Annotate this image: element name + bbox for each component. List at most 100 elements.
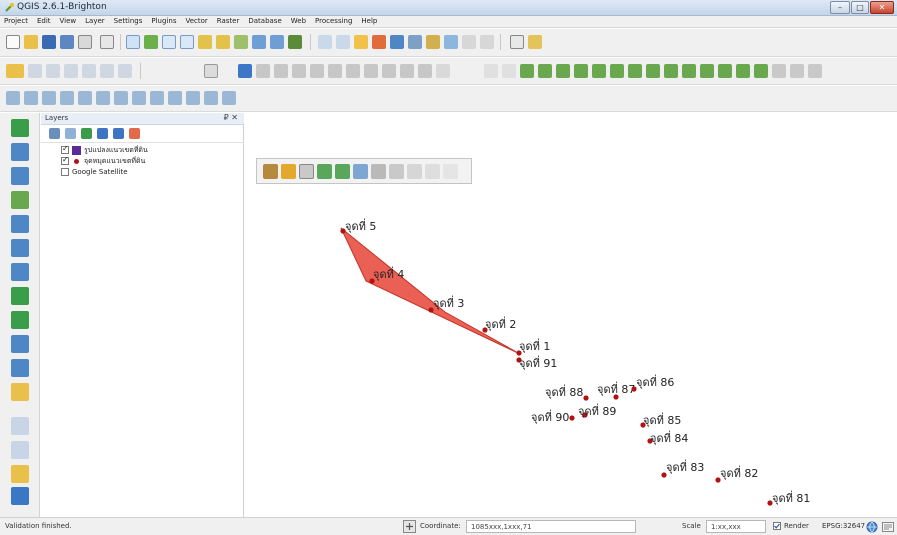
change-label-icon[interactable]: [328, 64, 342, 78]
menu-processing[interactable]: Processing: [311, 16, 357, 27]
coordinate-toggle-icon[interactable]: [403, 520, 416, 533]
layer-item-polygon[interactable]: รูปแปลงแนวเขตที่ดิน: [61, 144, 148, 155]
menu-view[interactable]: View: [56, 16, 82, 27]
measure-icon[interactable]: [426, 35, 440, 49]
close-button[interactable]: ✕: [870, 1, 894, 14]
add-virtual-icon[interactable]: [11, 441, 29, 459]
pan-map-icon[interactable]: [126, 35, 140, 49]
scale-field[interactable]: 1:xx,xxx: [706, 520, 766, 533]
add-oracle-icon[interactable]: [11, 239, 29, 257]
new-gpx-layer-icon[interactable]: [736, 64, 750, 78]
select-by-expression-icon[interactable]: [372, 35, 386, 49]
centroid-icon[interactable]: [204, 91, 218, 105]
save-as-icon[interactable]: [60, 35, 74, 49]
zoom-out-icon[interactable]: [180, 35, 194, 49]
toggle-editing-icon[interactable]: [28, 64, 42, 78]
add-postgis-layer-icon[interactable]: [556, 64, 570, 78]
manage-visibility-icon[interactable]: [97, 128, 108, 139]
new-shapefile-icon[interactable]: [700, 64, 714, 78]
merge-icon[interactable]: [132, 91, 146, 105]
composer-manager-icon[interactable]: [100, 35, 114, 49]
new-spatialite-layer-icon[interactable]: [11, 383, 29, 401]
zoom-to-selection-icon[interactable]: [216, 35, 230, 49]
label-style-icon[interactable]: [400, 64, 414, 78]
zoom-to-layer-icon[interactable]: [234, 35, 248, 49]
render-checkbox[interactable]: [773, 522, 781, 530]
add-spatialite-layer-icon[interactable]: [574, 64, 588, 78]
menu-vector[interactable]: Vector: [181, 16, 212, 27]
split-icon[interactable]: [150, 91, 164, 105]
menu-edit[interactable]: Edit: [33, 16, 56, 27]
survey-point-marker[interactable]: [583, 395, 589, 401]
add-arcgis-layer-icon[interactable]: [808, 64, 822, 78]
add-wcs-layer-icon[interactable]: [646, 64, 660, 78]
clip-icon[interactable]: [96, 91, 110, 105]
map-tips-icon[interactable]: [444, 35, 458, 49]
new-print-composer-icon[interactable]: [78, 35, 92, 49]
open-project-icon[interactable]: [24, 35, 38, 49]
union-icon[interactable]: [60, 91, 74, 105]
expand-all-icon[interactable]: [49, 128, 60, 139]
messages-icon[interactable]: [882, 521, 894, 533]
add-spatialite-icon[interactable]: [11, 191, 29, 209]
crs-label[interactable]: EPSG:32647: [822, 522, 865, 530]
layer-visibility-checkbox[interactable]: [61, 168, 69, 176]
add-feature-icon[interactable]: [64, 64, 78, 78]
zoom-last-icon[interactable]: [252, 35, 266, 49]
add-postgis-icon[interactable]: [11, 167, 29, 185]
add-wcs-icon[interactable]: [11, 287, 29, 305]
add-geonode-icon[interactable]: [11, 465, 29, 483]
add-wms-icon[interactable]: [11, 263, 29, 281]
minimize-button[interactable]: –: [830, 1, 850, 14]
add-raster-icon[interactable]: [11, 143, 29, 161]
new-spatialite-icon[interactable]: [718, 64, 732, 78]
deselect-icon[interactable]: [354, 35, 368, 49]
layers-panel-controls[interactable]: ₽ ✕: [224, 113, 238, 122]
menu-database[interactable]: Database: [244, 16, 286, 27]
maximize-button[interactable]: □: [851, 1, 869, 14]
new-temp-layer-icon[interactable]: [754, 64, 768, 78]
add-geonode-layer-icon[interactable]: [790, 64, 804, 78]
densify-icon[interactable]: [186, 91, 200, 105]
add-vector-icon[interactable]: [11, 119, 29, 137]
layer-item-google-satellite[interactable]: Google Satellite: [61, 167, 128, 177]
menu-settings[interactable]: Settings: [110, 16, 148, 27]
zoom-in-icon[interactable]: [162, 35, 176, 49]
menu-plugins[interactable]: Plugins: [147, 16, 181, 27]
new-shapefile-layer-icon[interactable]: [11, 359, 29, 377]
add-wfs-layer-icon[interactable]: [664, 64, 678, 78]
node-tool-icon[interactable]: [100, 64, 114, 78]
capture-line-icon[interactable]: [502, 64, 516, 78]
pan-to-selection-icon[interactable]: [144, 35, 158, 49]
current-edits-icon[interactable]: [6, 64, 24, 78]
convex-hull-icon[interactable]: [6, 91, 20, 105]
crs-globe-icon[interactable]: [866, 521, 878, 533]
move-feature-icon[interactable]: [82, 64, 96, 78]
add-mssql-layer-icon[interactable]: [592, 64, 606, 78]
coordinate-field[interactable]: 1085xxx,1xxx,71: [466, 520, 636, 533]
remove-layer-icon[interactable]: [129, 128, 140, 139]
add-delimited-icon[interactable]: [11, 335, 29, 353]
menu-web[interactable]: Web: [287, 16, 311, 27]
highlight-pinned-icon[interactable]: [274, 64, 288, 78]
add-wms-layer-icon[interactable]: [628, 64, 642, 78]
add-oracle-layer-icon[interactable]: [610, 64, 624, 78]
label-placement-icon[interactable]: [418, 64, 432, 78]
capture-point-icon[interactable]: [484, 64, 498, 78]
collapse-all-icon[interactable]: [65, 128, 76, 139]
parcel-polygon[interactable]: [340, 227, 521, 355]
text-annotation-icon[interactable]: [510, 35, 524, 49]
label-buffer-icon[interactable]: [436, 64, 450, 78]
pin-labels-icon[interactable]: [256, 64, 270, 78]
refresh-icon[interactable]: [288, 35, 302, 49]
menu-raster[interactable]: Raster: [213, 16, 245, 27]
move-label-icon[interactable]: [292, 64, 306, 78]
layer-item-points[interactable]: จุดหมุดแนวเขตที่ดิน: [61, 155, 145, 166]
add-raster-layer-icon[interactable]: [538, 64, 552, 78]
rotate-label-icon[interactable]: [310, 64, 324, 78]
difference-icon[interactable]: [78, 91, 92, 105]
field-calculator-icon[interactable]: [408, 35, 422, 49]
add-delimited-text-icon[interactable]: [682, 64, 696, 78]
layer-labeling-icon[interactable]: [238, 64, 252, 78]
zoom-full-icon[interactable]: [198, 35, 212, 49]
